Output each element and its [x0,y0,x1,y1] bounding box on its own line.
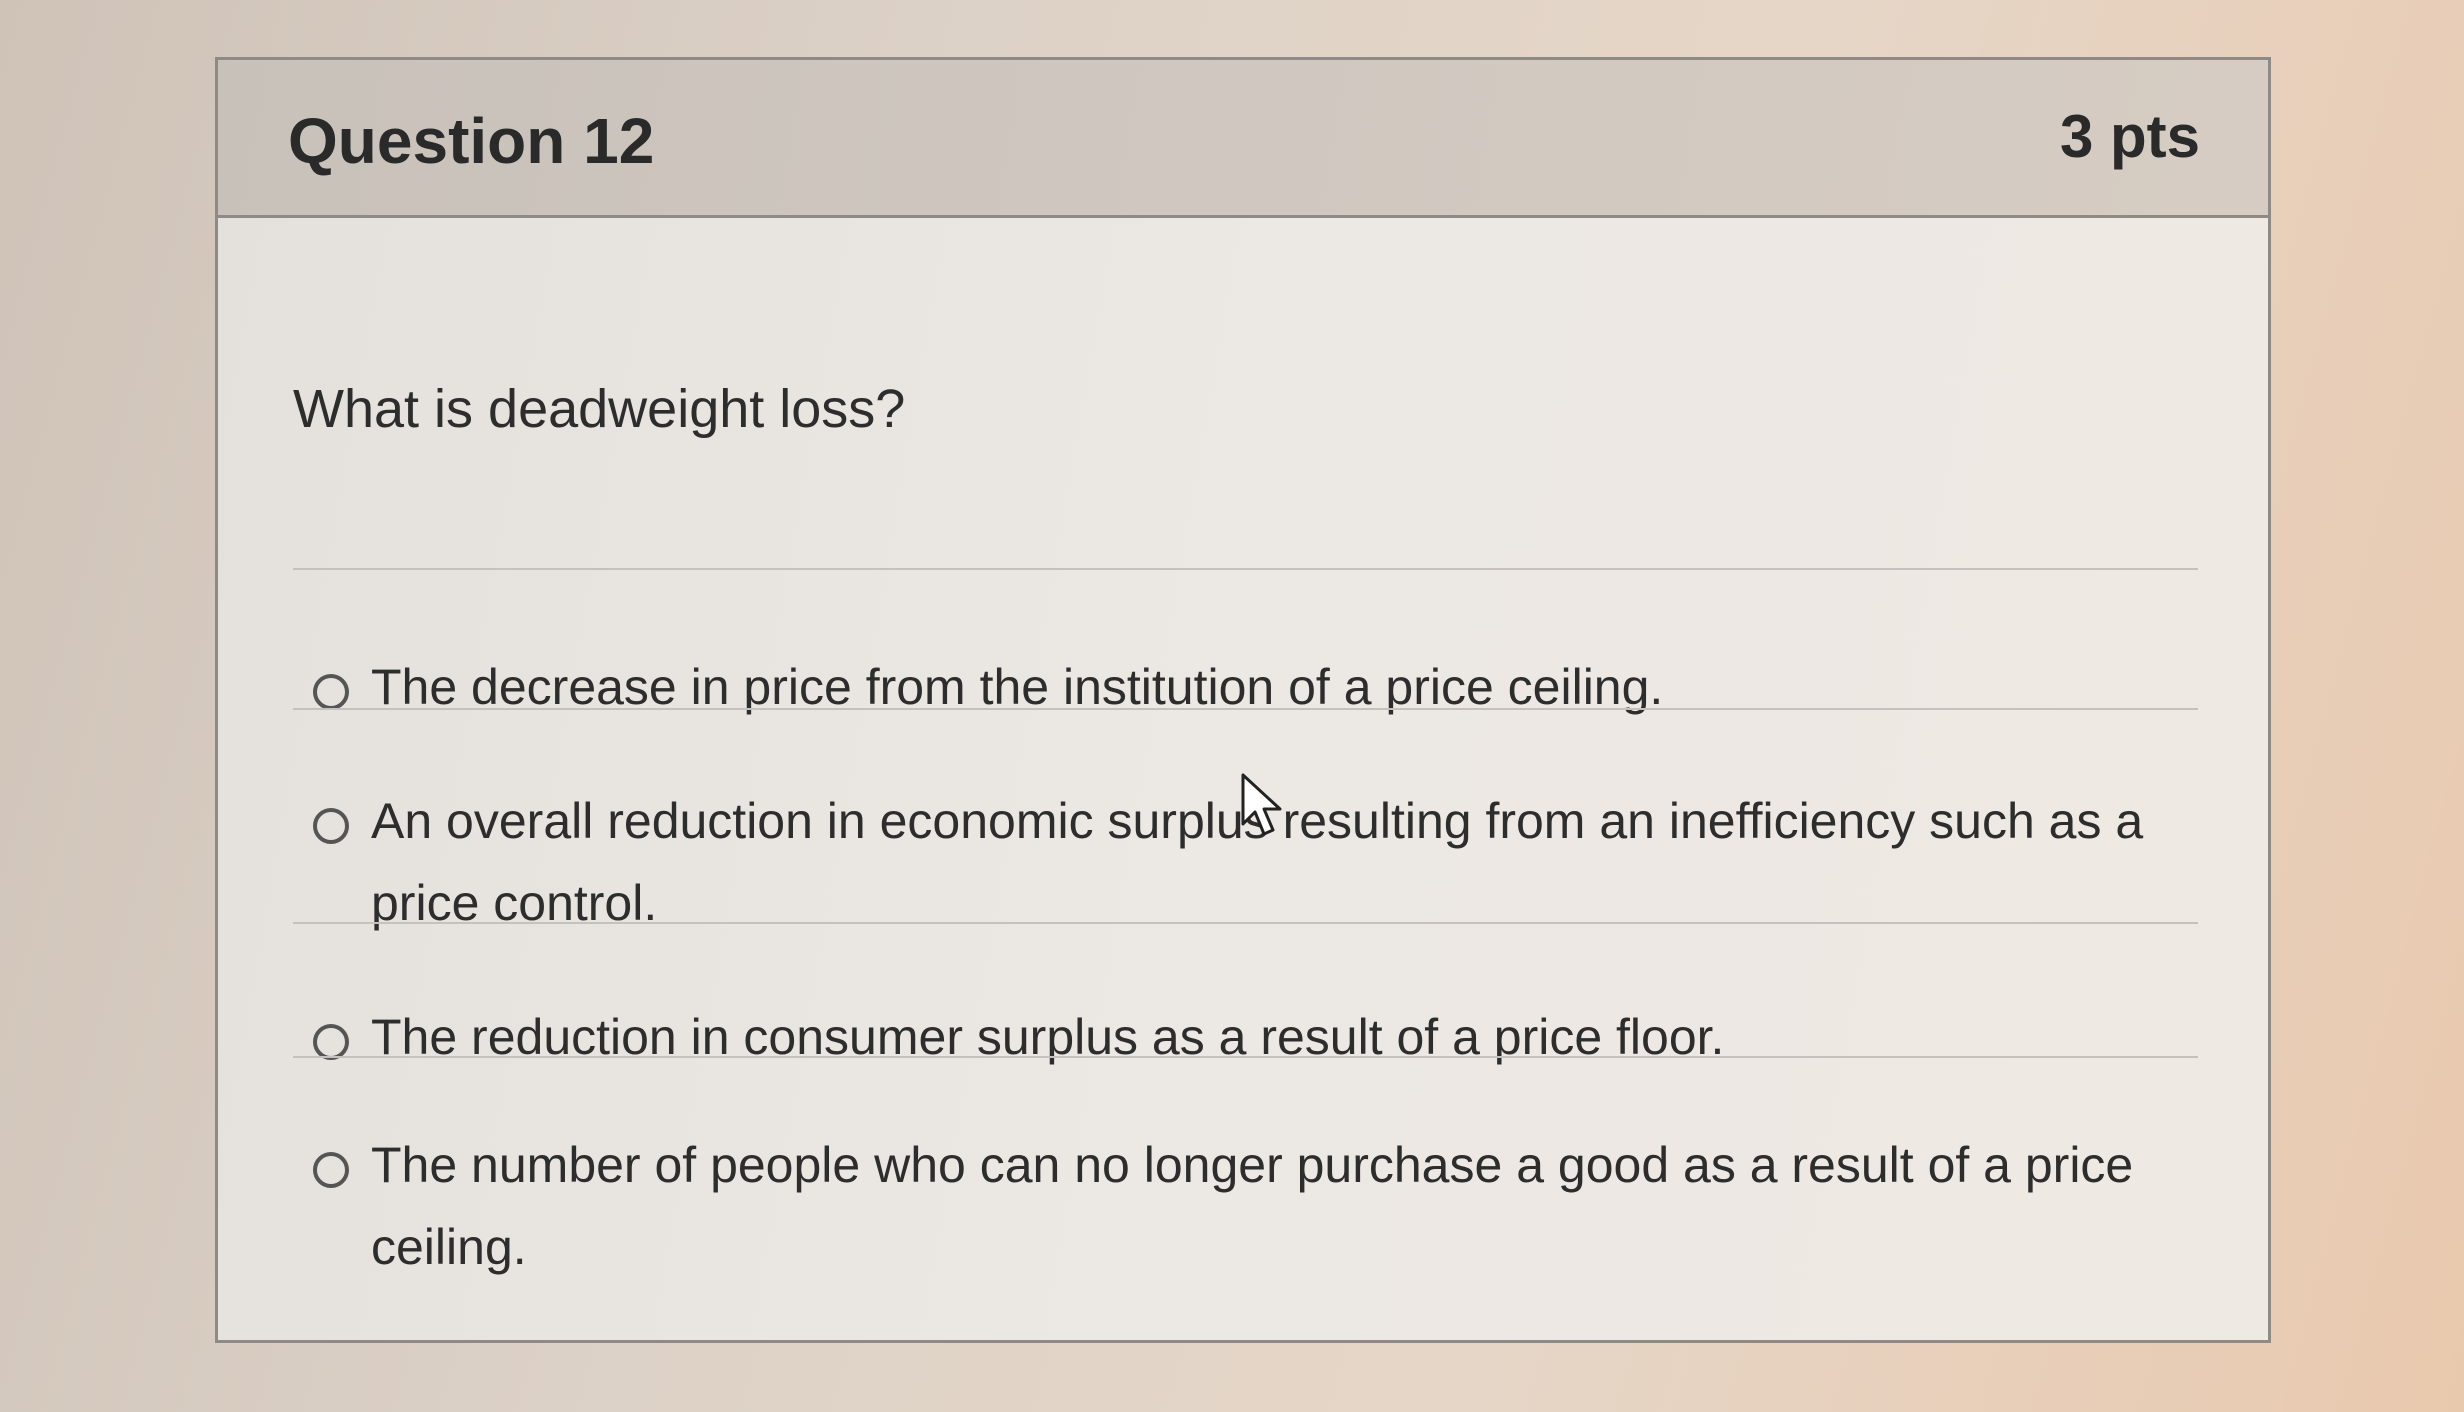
answer-divider [293,568,2198,570]
answer-divider [293,1056,2198,1058]
answer-label[interactable]: The decrease in price from the instituti… [371,646,1663,728]
question-points: 3 pts [2059,103,2200,170]
answer-option-4[interactable]: The number of people who can no longer p… [313,1137,2213,1288]
radio-unchecked-icon[interactable] [313,1024,349,1060]
answer-divider [293,708,2198,710]
question-card: Question 12 3 pts What is deadweight los… [215,57,2271,1343]
answer-option-3[interactable]: The reduction in consumer surplus as a r… [313,1009,2213,1078]
radio-unchecked-icon[interactable] [313,1152,349,1188]
question-header: Question 12 3 pts [218,60,2268,218]
radio-unchecked-icon[interactable] [313,808,349,844]
radio-unchecked-icon[interactable] [313,674,349,710]
question-title: Question 12 [288,105,655,177]
answer-option-1[interactable]: The decrease in price from the instituti… [313,659,2213,728]
answer-divider [293,922,2198,924]
question-prompt: What is deadweight loss? [293,379,906,439]
mouse-pointer-icon [1241,773,1282,836]
answer-label[interactable]: The reduction in consumer surplus as a r… [371,996,1724,1078]
answer-label[interactable]: The number of people who can no longer p… [371,1124,2171,1288]
